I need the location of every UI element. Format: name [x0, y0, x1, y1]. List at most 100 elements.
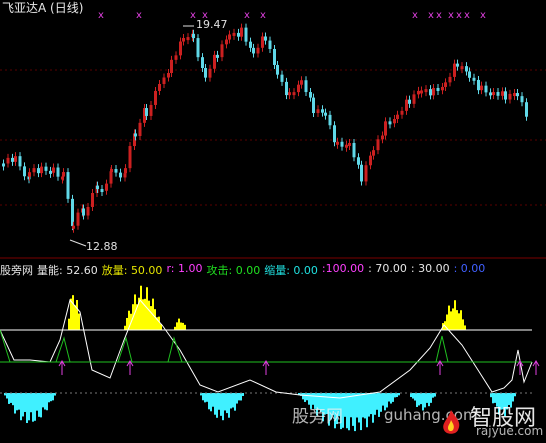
candle-body	[237, 32, 240, 37]
shrink-bar	[234, 393, 236, 411]
candle-body	[300, 80, 303, 85]
top-marker: x	[98, 10, 104, 21]
candle-body	[119, 172, 122, 178]
candle-body	[134, 133, 137, 137]
watermark-logo-url: rajyue.com	[476, 424, 544, 438]
candle-body	[276, 64, 279, 75]
candle-body	[149, 104, 153, 116]
candle-body	[252, 47, 255, 54]
candle-body	[86, 206, 90, 216]
top-marker: x	[456, 10, 462, 21]
candle-body	[400, 110, 404, 115]
shrink-bar	[50, 393, 52, 402]
shrink-bar	[426, 393, 428, 403]
shrink-bar	[222, 393, 224, 421]
candle-body	[240, 27, 243, 37]
candle-body	[228, 34, 231, 40]
shrink-bar	[46, 393, 48, 411]
shrink-bar	[434, 393, 436, 397]
volume-bar	[458, 313, 460, 330]
shrink-bar	[52, 393, 54, 401]
candle-body	[273, 48, 276, 65]
volume-bar	[76, 300, 78, 330]
shrink-bar	[490, 393, 492, 398]
candlesticks	[2, 23, 528, 233]
candle-body	[96, 185, 99, 190]
candle-body	[328, 114, 332, 126]
candle-body	[232, 32, 236, 36]
candle-body	[384, 121, 387, 136]
indicator-shrink: 缩量: 0.00	[264, 264, 318, 277]
candle-body	[444, 82, 447, 87]
shrink-bar	[372, 393, 374, 423]
top-marker: x	[480, 10, 486, 21]
shrink-bar	[418, 393, 420, 406]
low-price-label: 12.88	[86, 240, 118, 253]
candle-body	[52, 167, 55, 173]
logo-flame-icon	[443, 410, 460, 434]
volume-bar	[150, 306, 152, 330]
candle-body	[288, 92, 291, 96]
candle-body	[249, 41, 252, 48]
shrink-bar	[226, 393, 228, 414]
candle-body	[424, 89, 428, 93]
candle-body	[436, 87, 440, 91]
shrink-bar	[32, 393, 34, 422]
indicator-level-0: : 0.00	[453, 262, 486, 275]
candle-body	[256, 47, 260, 54]
candle-body	[56, 167, 60, 177]
volume-bar	[448, 305, 450, 330]
candle-body	[201, 57, 204, 69]
shrink-bar	[24, 393, 26, 412]
candle-body	[345, 144, 348, 148]
shrink-bar	[30, 393, 32, 413]
volume-bar	[140, 285, 142, 330]
candle-body	[28, 172, 31, 177]
top-marker: x	[244, 10, 250, 21]
shrink-bar	[28, 393, 30, 421]
high-price-label: 19.47	[196, 18, 228, 31]
shrink-bar	[380, 393, 382, 412]
candle-body	[23, 166, 26, 177]
shrink-bar	[364, 393, 366, 419]
shrink-bar	[10, 393, 12, 403]
candle-body	[357, 157, 360, 165]
candle-body	[496, 92, 500, 96]
volume-bar	[176, 322, 178, 330]
candle-body	[285, 81, 288, 96]
shrink-bar	[228, 393, 230, 418]
candle-body	[369, 155, 372, 166]
shrink-bar	[44, 393, 46, 410]
chart-canvas: xxxxxxxxxxxxx	[0, 10, 546, 432]
indicator-name: 股旁网	[0, 264, 33, 277]
indicator-volume-energy: 量能: 52.60	[37, 264, 98, 277]
candle-body	[114, 169, 118, 173]
candle-body	[162, 77, 166, 85]
candle-body	[110, 169, 113, 173]
candle-body	[321, 109, 324, 113]
candle-body	[480, 85, 483, 91]
candle-body	[465, 66, 468, 72]
indicator-attack: 攻击: 0.00	[206, 264, 261, 277]
candle-body	[292, 92, 296, 96]
candle-body	[225, 39, 228, 45]
candle-body	[453, 63, 456, 77]
volume-bar	[144, 298, 146, 330]
volume-bar	[454, 300, 456, 330]
volume-bar	[180, 322, 182, 330]
chart-window: xxxxxxxxxxxxx 飞亚达A (日线) 19.47 12.88 股旁网 …	[0, 0, 546, 443]
top-marker: x	[464, 10, 470, 21]
shrink-bar	[224, 393, 226, 411]
candle-body	[18, 156, 22, 167]
shrink-bar	[390, 393, 392, 404]
candle-body	[432, 87, 435, 96]
top-marker: x	[412, 10, 418, 21]
shrink-bar	[348, 393, 350, 431]
shrink-bar	[344, 393, 346, 417]
top-marker: x	[428, 10, 434, 21]
candle-body	[472, 77, 476, 81]
shrink-bar	[410, 393, 412, 398]
candle-body	[525, 102, 528, 117]
shrink-bar	[362, 393, 364, 418]
candle-body	[460, 66, 464, 70]
